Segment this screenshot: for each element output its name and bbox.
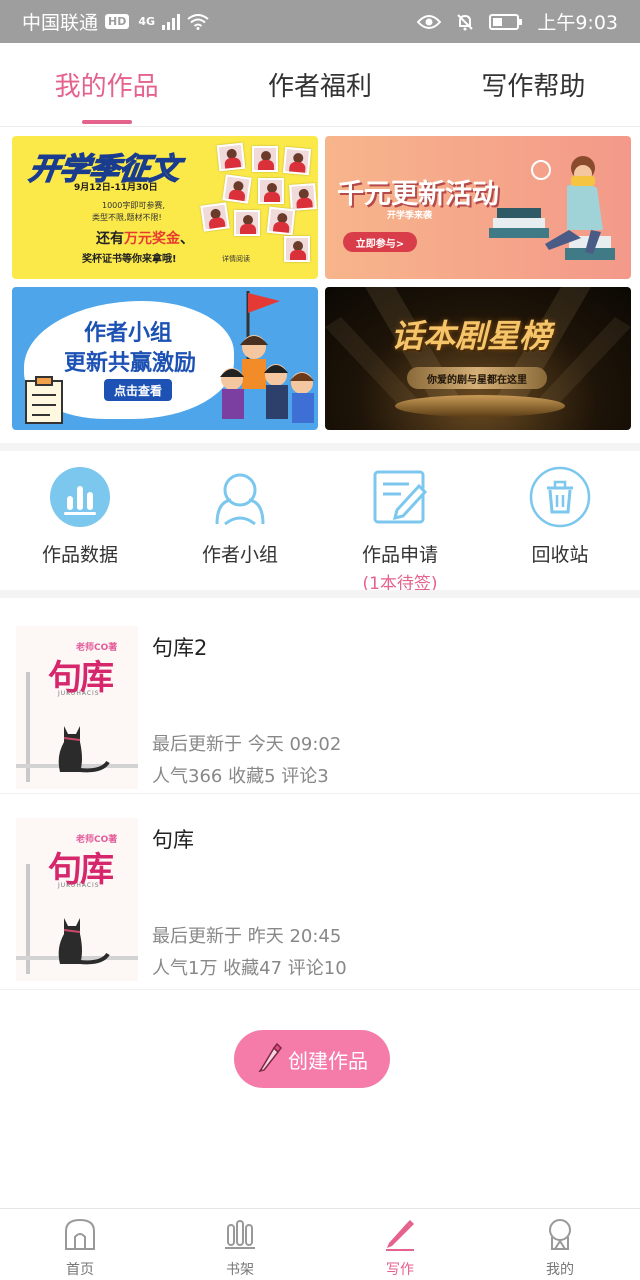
banner-sponsor: 详情阅读	[222, 255, 250, 263]
action-label: 作者小组	[201, 544, 278, 566]
work-stats: 人气1万 收藏47 评论10	[152, 958, 347, 979]
work-title[interactable]: 句库	[152, 824, 194, 854]
works-list: 老师CO著 句库 JUKUHACIS 句库2 最后更新于 今天 09:02 人气…	[0, 598, 640, 990]
status-bar: 中国联通 HD 4G 上午9:03	[0, 0, 640, 43]
banner-text: 1000字即可参赛,	[102, 201, 165, 210]
banner-text: 奖杯证书等你来拿哦!	[82, 254, 177, 265]
bookshelf-icon	[223, 1217, 257, 1255]
banner-title: 千元更新活动	[337, 179, 499, 210]
book-cover[interactable]: 老师CO著 句库 JUKUHACIS	[16, 818, 138, 981]
nav-writing[interactable]: 写作	[320, 1209, 480, 1280]
carrier-label: 中国联通	[22, 12, 99, 34]
banner-subtitle: 更新共赢激励	[64, 351, 197, 376]
banner-update-event[interactable]: 千元更新活动 开学季来袭 立即参与>	[325, 136, 631, 279]
nav-label: 首页	[66, 1262, 94, 1278]
eye-icon	[417, 14, 442, 30]
mute-bell-icon	[455, 12, 475, 32]
section-divider	[0, 443, 640, 451]
work-title[interactable]: 句库2	[152, 632, 207, 662]
banner-prize: 还有万元奖金、	[96, 231, 194, 247]
home-icon	[63, 1217, 97, 1255]
signal-icon	[162, 13, 181, 30]
cover-subtitle: JUKUHACIS	[58, 690, 100, 697]
edit-note-icon	[369, 466, 431, 528]
student-illustration	[489, 156, 615, 260]
tab-writing-help[interactable]: 写作帮助	[427, 43, 640, 126]
banner-subtitle: 开学季来袭	[387, 211, 433, 221]
nav-bookshelf[interactable]: 书架	[160, 1209, 320, 1280]
work-updated: 最后更新于 今天 09:02	[152, 734, 342, 755]
nav-label: 写作	[386, 1262, 414, 1278]
group-icon	[209, 466, 271, 528]
section-divider	[0, 590, 640, 598]
battery-icon	[489, 13, 523, 30]
pen-icon	[383, 1217, 417, 1255]
bottom-nav: 首页 书架 写作 我的	[0, 1208, 640, 1280]
photo-image	[216, 142, 246, 172]
action-label: 回收站	[531, 544, 589, 566]
create-work-button[interactable]: 创建作品	[234, 1030, 390, 1088]
work-updated: 最后更新于 昨天 20:45	[152, 926, 342, 947]
create-work-label: 创建作品	[288, 1048, 368, 1073]
tab-my-works[interactable]: 我的作品	[0, 43, 213, 126]
trash-icon	[529, 466, 591, 528]
quick-actions: 作品数据 作者小组 作品申请 (1本待签) 回收站	[0, 452, 640, 594]
top-tabs: 我的作品 作者福利 写作帮助	[0, 43, 640, 127]
banner-text: 类型不限,题材不限!	[92, 213, 162, 222]
recycle-bin-button[interactable]: 回收站	[480, 452, 640, 590]
nav-label: 书架	[226, 1262, 254, 1278]
author-group-button[interactable]: 作者小组	[160, 452, 320, 590]
banner-author-group[interactable]: 作者小组 更新共赢激励 点击查看	[12, 287, 318, 430]
banner-title: 作者小组	[84, 321, 173, 346]
action-label: 作品数据	[41, 544, 118, 566]
photo-image	[282, 146, 312, 176]
photo-image	[222, 174, 252, 204]
photo-image	[258, 178, 284, 204]
banner-drama-ranking[interactable]: 话本剧星榜 你爱的剧与星都在这里	[325, 287, 631, 430]
banner-essay-contest[interactable]: 开学季征文 9月12日-11月30日 1000字即可参赛, 类型不限,题材不限!…	[12, 136, 318, 279]
banner-title: 话本剧星榜	[391, 317, 552, 355]
action-label: 作品申请	[361, 544, 438, 566]
clipboard-icon	[25, 376, 63, 424]
tab-author-benefits[interactable]: 作者福利	[213, 43, 426, 126]
network-label: 4G	[138, 15, 156, 28]
bar-chart-icon	[49, 466, 111, 528]
photo-image	[252, 146, 278, 172]
works-data-button[interactable]: 作品数据	[0, 452, 160, 590]
team-illustration	[220, 291, 314, 423]
photo-image	[266, 206, 296, 236]
photo-image	[289, 183, 317, 211]
profile-icon	[543, 1217, 577, 1255]
banner-date: 9月12日-11月30日	[74, 183, 158, 193]
nav-home[interactable]: 首页	[0, 1209, 160, 1280]
photo-image	[200, 202, 230, 232]
wifi-icon	[187, 13, 209, 30]
banner-grid: 开学季征文 9月12日-11月30日 1000字即可参赛, 类型不限,题材不限!…	[12, 136, 631, 430]
nav-profile[interactable]: 我的	[480, 1209, 640, 1280]
clock-label: 上午9:03	[537, 12, 618, 34]
cat-illustration	[58, 726, 110, 773]
banner-subtitle: 你爱的剧与星都在这里	[407, 367, 547, 389]
hd-badge: HD	[105, 14, 130, 29]
view-details-button[interactable]: 点击查看	[104, 379, 172, 401]
photo-image	[234, 210, 260, 236]
work-stats: 人气366 收藏5 评论3	[152, 766, 329, 787]
cover-subtitle: JUKUHACIS	[58, 882, 100, 889]
works-apply-button[interactable]: 作品申请 (1本待签)	[320, 452, 480, 594]
list-item[interactable]: 老师CO著 句库 JUKUHACIS 句库 最后更新于 昨天 20:45 人气1…	[0, 794, 640, 990]
join-now-button[interactable]: 立即参与>	[343, 232, 417, 252]
stage-platform	[395, 395, 565, 417]
cat-illustration	[58, 918, 110, 965]
list-item[interactable]: 老师CO著 句库 JUKUHACIS 句库2 最后更新于 今天 09:02 人气…	[0, 598, 640, 794]
pencil-icon	[256, 1042, 282, 1077]
photo-image	[284, 236, 310, 262]
nav-label: 我的	[546, 1262, 574, 1278]
book-cover[interactable]: 老师CO著 句库 JUKUHACIS	[16, 626, 138, 789]
